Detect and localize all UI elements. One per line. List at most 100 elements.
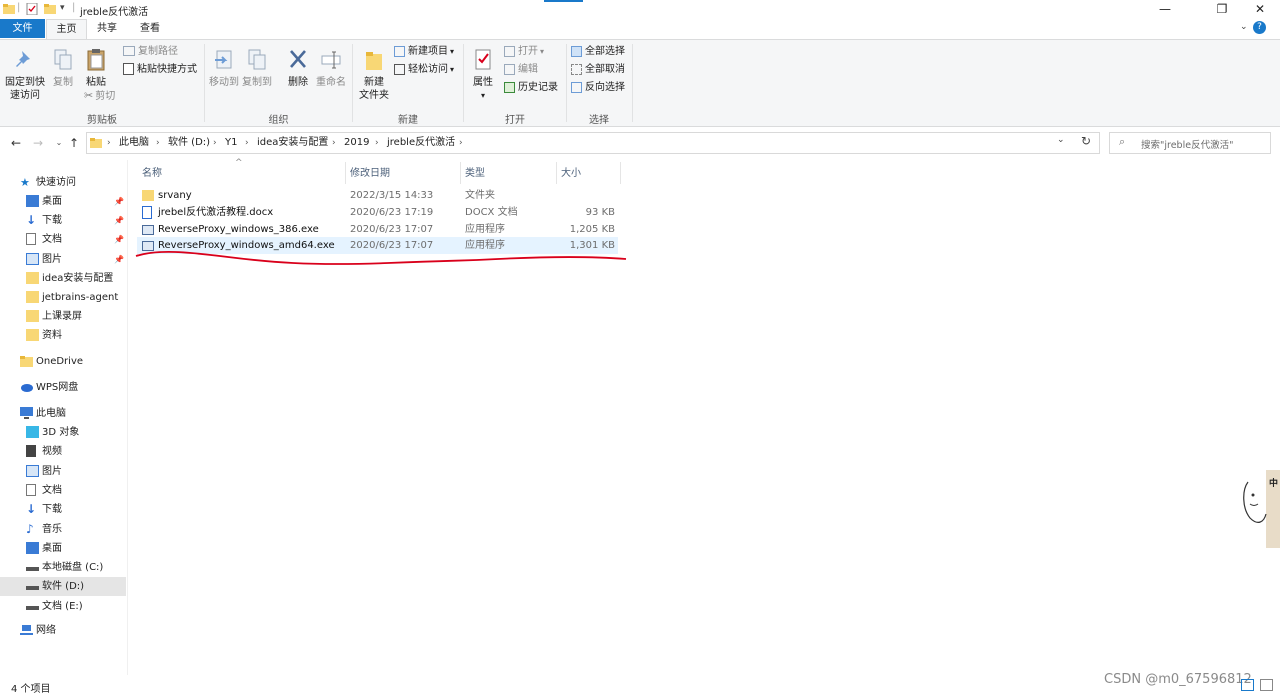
- nav-quick-item[interactable]: 上课录屏: [0, 307, 126, 326]
- new-item-label: 新建项目: [408, 46, 448, 57]
- recent-locations-chevron-icon[interactable]: ⌄: [51, 135, 67, 151]
- address-bar[interactable]: › 此电脑 › 软件 (D:) › Y1 › idea安装与配置 › 2019 …: [86, 132, 1100, 154]
- file-row[interactable]: jrebel反代激活教程.docx 2020/6/23 17:19 DOCX 文档 9…: [137, 204, 618, 221]
- forward-arrow-icon[interactable]: →: [30, 135, 46, 151]
- rename-button[interactable]: 重命名: [314, 48, 348, 89]
- breadcrumb-idea-config[interactable]: idea安装与配置: [257, 133, 328, 153]
- nav-pc-item[interactable]: 图片: [0, 462, 126, 481]
- refresh-icon[interactable]: ↻: [1081, 134, 1091, 148]
- star-icon: ★: [20, 176, 30, 189]
- window-title: jreble反代激活: [80, 7, 149, 18]
- download-icon: ↓: [26, 502, 37, 517]
- column-divider[interactable]: [556, 162, 557, 184]
- column-divider[interactable]: [620, 162, 621, 184]
- nav-label: 3D 对象: [42, 427, 80, 438]
- breadcrumb-2019[interactable]: 2019: [344, 133, 369, 153]
- close-button[interactable]: ✕: [1237, 0, 1280, 19]
- copy-to-button[interactable]: 复制到: [241, 48, 273, 89]
- properties-button[interactable]: 属性 ▾: [467, 48, 499, 102]
- properties-icon[interactable]: [26, 3, 38, 15]
- file-date: 2020/6/23 17:07: [350, 223, 434, 235]
- nav-onedrive[interactable]: OneDrive: [0, 352, 126, 371]
- help-icon[interactable]: ?: [1253, 21, 1266, 34]
- select-none-button[interactable]: 全部取消: [571, 62, 625, 78]
- history-button[interactable]: 历史记录: [504, 80, 558, 96]
- new-item-button[interactable]: 新建项目 ▾: [394, 44, 454, 60]
- select-all-button[interactable]: 全部选择: [571, 44, 625, 60]
- cut-button[interactable]: ✂ 剪切: [84, 88, 115, 104]
- nav-pc-item[interactable]: ↓ 下载: [0, 500, 126, 519]
- nav-quick-item[interactable]: 文档 📌: [0, 230, 126, 249]
- column-header-type[interactable]: 类型: [465, 162, 485, 186]
- nav-pc-item[interactable]: 本地磁盘 (C:): [0, 558, 126, 577]
- column-header-name[interactable]: 名称: [142, 162, 162, 186]
- nav-quick-item[interactable]: 图片 📌: [0, 250, 126, 269]
- nav-pc-item[interactable]: 3D 对象: [0, 423, 126, 442]
- copy-path-button[interactable]: 复制路径: [123, 44, 178, 60]
- tab-home[interactable]: 主页: [46, 19, 87, 39]
- nav-pc-item[interactable]: 视频: [0, 442, 126, 461]
- nav-quick-item[interactable]: 桌面 📌: [0, 192, 126, 211]
- pin-quick-access-button[interactable]: 固定到快 速访问: [4, 48, 46, 102]
- nav-quick-item[interactable]: ↓ 下载 📌: [0, 211, 126, 230]
- invert-selection-button[interactable]: 反向选择: [571, 80, 625, 96]
- delete-button[interactable]: 删除: [284, 48, 312, 89]
- nav-quick-item[interactable]: jetbrains-agent: [0, 288, 126, 307]
- back-arrow-icon[interactable]: ←: [8, 135, 24, 151]
- file-type: DOCX 文档: [465, 206, 518, 218]
- edit-icon: [504, 63, 515, 75]
- column-header-date[interactable]: 修改日期: [350, 162, 390, 186]
- nav-quick-item[interactable]: 资料: [0, 326, 126, 345]
- delete-label: 删除: [288, 77, 308, 88]
- easy-access-button[interactable]: 轻松访问 ▾: [394, 62, 454, 78]
- paste-shortcut-button[interactable]: 粘贴快捷方式: [123, 62, 197, 78]
- qat-dropdown-icon[interactable]: ▾: [60, 3, 65, 13]
- new-folder-button[interactable]: 新建 文件夹: [356, 48, 392, 102]
- details-view-icon[interactable]: [1241, 679, 1254, 691]
- breadcrumb-drive-d[interactable]: 软件 (D:): [168, 133, 210, 153]
- nav-pc-item[interactable]: 软件 (D:): [0, 577, 126, 597]
- nav-quick-item[interactable]: idea安装与配置: [0, 269, 126, 288]
- file-row[interactable]: ReverseProxy_windows_386.exe 2020/6/23 17…: [137, 221, 618, 238]
- breadcrumb-this-pc[interactable]: 此电脑: [119, 133, 149, 153]
- column-divider[interactable]: [345, 162, 346, 184]
- copy-button[interactable]: 复制: [48, 48, 78, 89]
- open-button[interactable]: 打开 ▾: [504, 44, 544, 60]
- breadcrumb-y1[interactable]: Y1: [225, 133, 237, 153]
- nav-quick-access[interactable]: ★ 快速访问: [0, 173, 126, 192]
- search-input[interactable]: 搜索"jreble反代激活": [1141, 137, 1233, 151]
- tab-file[interactable]: 文件: [0, 19, 45, 38]
- large-icons-view-icon[interactable]: [1260, 679, 1273, 691]
- file-name: ReverseProxy_windows_386.exe: [158, 223, 319, 235]
- move-to-button[interactable]: 移动到: [208, 48, 240, 89]
- title-accent-bar: [544, 0, 583, 2]
- minimize-button[interactable]: —: [1142, 0, 1188, 19]
- up-arrow-icon[interactable]: ↑: [66, 135, 82, 151]
- address-dropdown-icon[interactable]: ⌄: [1057, 135, 1065, 145]
- nav-pc-item[interactable]: 文档: [0, 481, 126, 500]
- nav-wps-cloud[interactable]: WPS网盘: [0, 378, 126, 397]
- edit-button[interactable]: 编辑: [504, 62, 538, 78]
- new-folder-icon[interactable]: [44, 3, 56, 15]
- breadcrumb-current-folder[interactable]: jreble反代激活: [387, 133, 455, 153]
- folder-icon: [26, 329, 39, 342]
- nav-network[interactable]: 网络: [0, 621, 126, 640]
- ribbon-collapse-icon[interactable]: ⌄: [1240, 22, 1248, 32]
- tab-view[interactable]: 查看: [130, 19, 170, 38]
- nav-label: 软件 (D:): [42, 581, 85, 593]
- nav-pc-item[interactable]: 文档 (E:): [0, 597, 126, 616]
- file-list: ^ 名称 修改日期 类型 大小 srvany 2022/3/15 14:33 文件夹…: [128, 158, 1280, 675]
- paste-button[interactable]: 粘贴: [81, 48, 111, 89]
- nav-pc-item[interactable]: ♪ 音乐: [0, 520, 126, 539]
- file-row[interactable]: srvany 2022/3/15 14:33 文件夹: [137, 187, 618, 204]
- new-group-label: 新建: [398, 115, 418, 126]
- pin-icon: 📌: [114, 235, 124, 245]
- column-divider[interactable]: [460, 162, 461, 184]
- music-icon: ♪: [26, 521, 34, 536]
- folder-icon: [3, 4, 15, 14]
- nav-this-pc[interactable]: 此电脑: [0, 404, 126, 423]
- nav-pc-item[interactable]: 桌面: [0, 539, 126, 558]
- column-header-size[interactable]: 大小: [561, 162, 581, 186]
- search-box[interactable]: ⌕ 搜索"jreble反代激活": [1109, 132, 1271, 154]
- tab-share[interactable]: 共享: [88, 19, 126, 38]
